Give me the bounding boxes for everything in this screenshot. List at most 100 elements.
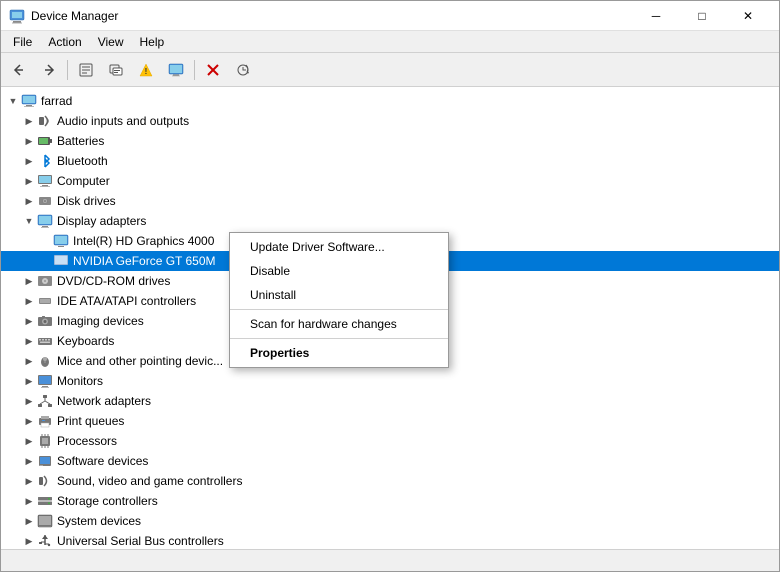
toolbar-warning[interactable]: ! — [132, 57, 160, 83]
tree-monitors[interactable]: ▶ Monitors — [1, 371, 779, 391]
disk-toggle[interactable]: ▶ — [21, 193, 37, 209]
tree-audio[interactable]: ▶ Audio inputs and outputs — [1, 111, 779, 131]
software-label: Software devices — [57, 454, 148, 468]
maximize-button[interactable]: □ — [679, 1, 725, 31]
tree-processors[interactable]: ▶ Processors — [1, 431, 779, 451]
monitors-icon — [37, 373, 53, 389]
window-title: Device Manager — [31, 9, 633, 23]
root-label: farrad — [41, 94, 72, 108]
close-button[interactable]: ✕ — [725, 1, 771, 31]
toolbar-refresh[interactable] — [102, 57, 130, 83]
tree-sound[interactable]: ▶ Sound, video and game controllers — [1, 471, 779, 491]
monitors-toggle[interactable]: ▶ — [21, 373, 37, 389]
tree-root[interactable]: ▼ farrad — [1, 91, 779, 111]
storage-icon — [37, 493, 53, 509]
processors-icon — [37, 433, 53, 449]
software-toggle[interactable]: ▶ — [21, 453, 37, 469]
keyboards-toggle[interactable]: ▶ — [21, 333, 37, 349]
imaging-label: Imaging devices — [57, 314, 144, 328]
menu-bar: File Action View Help — [1, 31, 779, 53]
batteries-icon — [37, 133, 53, 149]
sound-icon — [37, 473, 53, 489]
status-bar — [1, 549, 779, 571]
menu-action[interactable]: Action — [40, 33, 89, 51]
tree-usb[interactable]: ▶ Universal Serial Bus controllers — [1, 531, 779, 549]
processors-label: Processors — [57, 434, 117, 448]
minimize-button[interactable]: ─ — [633, 1, 679, 31]
device-manager-window: Device Manager ─ □ ✕ File Action View He… — [0, 0, 780, 572]
tree-network[interactable]: ▶ Network adapters — [1, 391, 779, 411]
usb-icon — [37, 533, 53, 549]
computer-icon2 — [37, 173, 53, 189]
intel-icon — [53, 233, 69, 249]
computer-toggle[interactable]: ▶ — [21, 173, 37, 189]
context-sep1 — [230, 309, 448, 310]
dvd-toggle[interactable]: ▶ — [21, 273, 37, 289]
sound-toggle[interactable]: ▶ — [21, 473, 37, 489]
tree-storage[interactable]: ▶ Storage controllers — [1, 491, 779, 511]
batteries-toggle[interactable]: ▶ — [21, 133, 37, 149]
disk-label: Disk drives — [57, 194, 116, 208]
print-icon — [37, 413, 53, 429]
computer-icon — [21, 93, 37, 109]
context-menu: Update Driver Software... Disable Uninst… — [229, 232, 449, 368]
context-properties[interactable]: Properties — [230, 341, 448, 365]
bluetooth-label: Bluetooth — [57, 154, 108, 168]
ide-icon — [37, 293, 53, 309]
audio-icon — [37, 113, 53, 129]
root-toggle[interactable]: ▼ — [5, 93, 21, 109]
imaging-icon — [37, 313, 53, 329]
ide-toggle[interactable]: ▶ — [21, 293, 37, 309]
mice-toggle[interactable]: ▶ — [21, 353, 37, 369]
toolbar-properties[interactable] — [72, 57, 100, 83]
usb-label: Universal Serial Bus controllers — [57, 534, 224, 548]
toolbar-delete[interactable] — [199, 57, 227, 83]
toolbar-sep2 — [194, 60, 195, 80]
context-update[interactable]: Update Driver Software... — [230, 235, 448, 259]
svg-text:!: ! — [145, 67, 148, 76]
nvidia-label: NVIDIA GeForce GT 650M — [73, 254, 216, 268]
tree-system[interactable]: ▶ System devices — [1, 511, 779, 531]
storage-label: Storage controllers — [57, 494, 158, 508]
tree-software[interactable]: ▶ Software devices — [1, 451, 779, 471]
system-toggle[interactable]: ▶ — [21, 513, 37, 529]
window-icon — [9, 8, 25, 24]
context-uninstall[interactable]: Uninstall — [230, 283, 448, 307]
toolbar-monitor[interactable] — [162, 57, 190, 83]
context-scan[interactable]: Scan for hardware changes — [230, 312, 448, 336]
toolbar: ! — [1, 53, 779, 87]
window-controls: ─ □ ✕ — [633, 1, 771, 31]
menu-file[interactable]: File — [5, 33, 40, 51]
context-disable[interactable]: Disable — [230, 259, 448, 283]
tree-display[interactable]: ▼ Display adapters — [1, 211, 779, 231]
storage-toggle[interactable]: ▶ — [21, 493, 37, 509]
context-sep2 — [230, 338, 448, 339]
nvidia-icon — [53, 253, 69, 269]
tree-bluetooth[interactable]: ▶ Bluetooth — [1, 151, 779, 171]
menu-help[interactable]: Help — [132, 33, 173, 51]
dvd-label: DVD/CD-ROM drives — [57, 274, 170, 288]
usb-toggle[interactable]: ▶ — [21, 533, 37, 549]
audio-toggle[interactable]: ▶ — [21, 113, 37, 129]
tree-batteries[interactable]: ▶ Batteries — [1, 131, 779, 151]
batteries-label: Batteries — [57, 134, 104, 148]
tree-print[interactable]: ▶ Print queues — [1, 411, 779, 431]
ide-label: IDE ATA/ATAPI controllers — [57, 294, 196, 308]
processors-toggle[interactable]: ▶ — [21, 433, 37, 449]
tree-computer[interactable]: ▶ Computer — [1, 171, 779, 191]
print-toggle[interactable]: ▶ — [21, 413, 37, 429]
toolbar-back[interactable] — [5, 57, 33, 83]
main-content: ▼ farrad ▶ — [1, 87, 779, 549]
keyboards-icon — [37, 333, 53, 349]
sound-label: Sound, video and game controllers — [57, 474, 242, 488]
menu-view[interactable]: View — [90, 33, 132, 51]
toolbar-forward[interactable] — [35, 57, 63, 83]
display-label: Display adapters — [57, 214, 146, 228]
toolbar-scan[interactable] — [229, 57, 257, 83]
network-toggle[interactable]: ▶ — [21, 393, 37, 409]
bluetooth-toggle[interactable]: ▶ — [21, 153, 37, 169]
tree-disk[interactable]: ▶ Disk drives — [1, 191, 779, 211]
display-toggle[interactable]: ▼ — [21, 213, 37, 229]
dvd-icon — [37, 273, 53, 289]
imaging-toggle[interactable]: ▶ — [21, 313, 37, 329]
